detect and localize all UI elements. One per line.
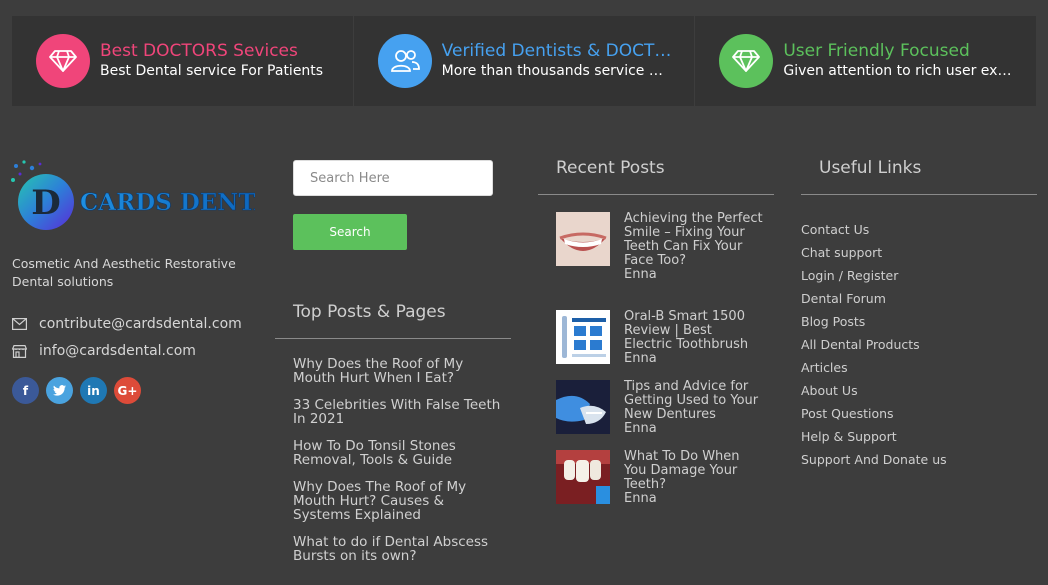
top-post-link[interactable]: Why Does the Roof of My Mouth Hurt When … bbox=[293, 357, 503, 385]
contact-email-1[interactable]: contribute@cardsdental.com bbox=[12, 316, 242, 332]
post-author: Enna bbox=[624, 351, 657, 366]
feature-subtitle: Best Dental service For Patients bbox=[100, 63, 324, 79]
recent-post-item[interactable]: Oral-B Smart 1500 Review | Best Electric… bbox=[556, 310, 764, 366]
useful-links-divider bbox=[801, 194, 1037, 195]
feature-icon-circle bbox=[36, 34, 90, 88]
useful-link[interactable]: Articles bbox=[801, 356, 947, 379]
feature-bar: Best DOCTORS Sevices Best Dental service… bbox=[12, 16, 1037, 106]
top-posts-list: Why Does the Roof of My Mouth Hurt When … bbox=[293, 357, 503, 576]
feature-subtitle: Given attention to rich user experience bbox=[783, 63, 1013, 79]
recent-posts-divider bbox=[538, 194, 774, 195]
about-text: Cosmetic And Aesthetic Restorative Denta… bbox=[12, 256, 236, 289]
feature-icon-circle bbox=[719, 34, 774, 88]
post-author: Enna bbox=[624, 421, 657, 436]
feature-best-doctors: Best DOCTORS Sevices Best Dental service… bbox=[12, 16, 354, 106]
diamond-icon bbox=[49, 50, 77, 72]
post-title[interactable]: What To Do When You Damage Your Teeth? bbox=[624, 450, 764, 492]
social-links: f in G+ bbox=[12, 377, 141, 404]
useful-link[interactable]: Blog Posts bbox=[801, 310, 947, 333]
feature-verified-dentists: Verified Dentists & DOCTORS More than th… bbox=[353, 16, 696, 106]
feature-title: Verified Dentists & DOCTORS bbox=[441, 41, 672, 61]
useful-link[interactable]: About Us bbox=[801, 379, 947, 402]
post-thumbnail[interactable] bbox=[556, 450, 610, 504]
useful-link[interactable]: Login / Register bbox=[801, 264, 947, 287]
post-author: Enna bbox=[624, 491, 657, 506]
top-post-link[interactable]: What to do if Dental Abscess Bursts on i… bbox=[293, 535, 503, 563]
post-author: Enna bbox=[624, 267, 657, 282]
store-icon bbox=[12, 344, 27, 358]
useful-link[interactable]: Dental Forum bbox=[801, 287, 947, 310]
feature-subtitle: More than thousands service providers bbox=[441, 63, 672, 79]
site-logo[interactable]: D CARDS DENTAL bbox=[10, 158, 289, 233]
useful-link[interactable]: Support And Donate us bbox=[801, 448, 947, 471]
top-posts-heading: Top Posts & Pages bbox=[293, 302, 446, 322]
post-thumbnail[interactable] bbox=[556, 310, 610, 364]
feature-title: User Friendly Focused bbox=[783, 41, 970, 61]
feature-user-friendly: User Friendly Focused Given attention to… bbox=[695, 16, 1037, 106]
feature-title: Best DOCTORS Sevices bbox=[100, 41, 298, 61]
useful-link[interactable]: Contact Us bbox=[801, 218, 947, 241]
post-title[interactable]: Achieving the Perfect Smile – Fixing You… bbox=[624, 212, 764, 268]
useful-link[interactable]: Post Questions bbox=[801, 402, 947, 425]
top-posts-divider bbox=[275, 338, 511, 339]
recent-post-item[interactable]: Achieving the Perfect Smile – Fixing You… bbox=[556, 212, 764, 282]
useful-link[interactable]: Help & Support bbox=[801, 425, 947, 448]
diamond-icon bbox=[732, 50, 761, 72]
recent-post-item[interactable]: Tips and Advice for Getting Used to Your… bbox=[556, 380, 764, 436]
logo-text: CARDS DENTAL bbox=[80, 189, 255, 216]
recent-posts-heading: Recent Posts bbox=[556, 158, 665, 178]
post-thumbnail[interactable] bbox=[556, 380, 610, 434]
feature-icon-circle bbox=[377, 34, 432, 88]
contact-text: contribute@cardsdental.com bbox=[39, 316, 242, 332]
search-input[interactable] bbox=[293, 160, 493, 196]
search-button[interactable]: Search bbox=[293, 214, 407, 250]
top-post-link[interactable]: Why Does The Roof of My Mouth Hurt? Caus… bbox=[293, 480, 503, 522]
post-thumbnail[interactable] bbox=[556, 212, 610, 266]
useful-link[interactable]: All Dental Products bbox=[801, 333, 947, 356]
svg-text:D: D bbox=[31, 183, 60, 223]
envelope-icon bbox=[12, 318, 27, 330]
useful-links-list: Contact Us Chat support Login / Register… bbox=[801, 218, 947, 471]
twitter-icon[interactable] bbox=[46, 377, 73, 404]
top-post-link[interactable]: How To Do Tonsil Stones Removal, Tools &… bbox=[293, 439, 503, 467]
useful-link[interactable]: Chat support bbox=[801, 241, 947, 264]
useful-links-heading: Useful Links bbox=[819, 158, 922, 178]
post-title[interactable]: Oral-B Smart 1500 Review | Best Electric… bbox=[624, 310, 764, 352]
post-title[interactable]: Tips and Advice for Getting Used to Your… bbox=[624, 380, 764, 422]
logo-graphic: D CARDS DENTAL bbox=[11, 160, 289, 230]
contact-email-2[interactable]: info@cardsdental.com bbox=[12, 343, 196, 359]
recent-post-item[interactable]: What To Do When You Damage Your Teeth? E… bbox=[556, 450, 764, 506]
top-post-link[interactable]: 33 Celebrities With False Teeth In 2021 bbox=[293, 398, 503, 426]
contact-text: info@cardsdental.com bbox=[39, 343, 196, 359]
linkedin-icon[interactable]: in bbox=[80, 377, 107, 404]
users-icon bbox=[390, 50, 420, 72]
facebook-icon[interactable]: f bbox=[12, 377, 39, 404]
google-plus-icon[interactable]: G+ bbox=[114, 377, 141, 404]
